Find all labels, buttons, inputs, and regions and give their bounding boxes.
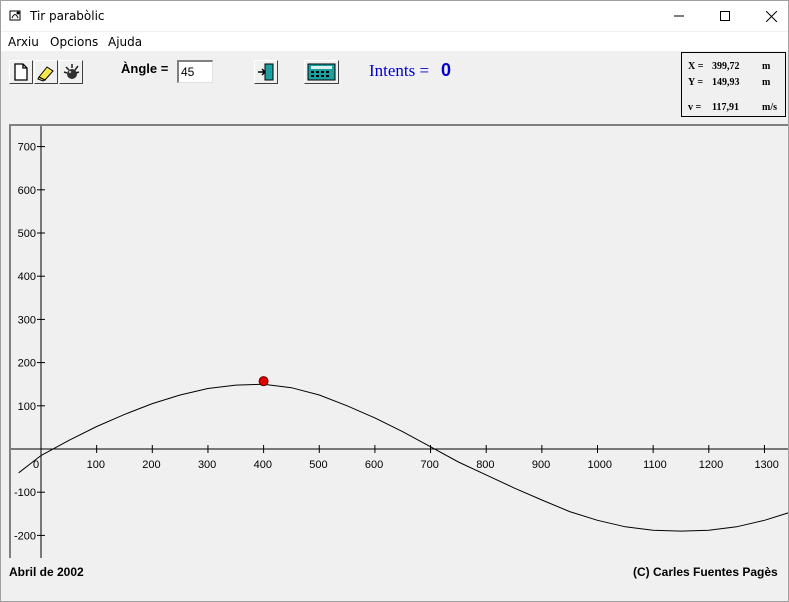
angle-label: Àngle = bbox=[121, 61, 169, 76]
status-date: Abril de 2002 bbox=[9, 565, 84, 579]
exit-door-icon bbox=[258, 63, 274, 81]
y-tick-label: -200 bbox=[14, 530, 36, 542]
app-icon bbox=[9, 10, 21, 21]
angle-input[interactable] bbox=[177, 60, 213, 83]
x-tick-label: 900 bbox=[532, 459, 550, 471]
x-tick-label: 800 bbox=[476, 459, 494, 471]
y-tick-label: -100 bbox=[14, 487, 36, 499]
toolbar: Àngle = Intents = 0 X = 399,72 m Y = 149… bbox=[1, 51, 788, 123]
intents-count: 0 bbox=[441, 60, 452, 80]
position-readout: X = 399,72 m Y = 149,93 m v = 117,91 m/s bbox=[681, 52, 786, 117]
status-copyright: (C) Carles Fuentes Pagès bbox=[633, 565, 778, 579]
trajectory-plot[interactable]: 0 100 200 300 400 500 600 700 800 900 1000 1100 1200… bbox=[9, 124, 788, 558]
x-label: X = bbox=[688, 61, 704, 72]
intents-label: Intents = bbox=[369, 61, 430, 80]
y-tick-label: 700 bbox=[18, 142, 36, 154]
window-title: Tir parabòlic bbox=[30, 9, 105, 23]
y-unit: m bbox=[762, 77, 771, 88]
x-value: 399,72 bbox=[712, 61, 740, 72]
x-tick-label: 200 bbox=[142, 459, 160, 471]
calculator-icon bbox=[307, 63, 336, 81]
fire-button[interactable] bbox=[59, 60, 83, 84]
x-tick-label: 300 bbox=[198, 459, 216, 471]
title-bar[interactable]: Tir parabòlic bbox=[1, 1, 788, 31]
calculator-button[interactable] bbox=[304, 60, 339, 84]
maximize-button[interactable] bbox=[702, 1, 748, 31]
v-value: 117,91 bbox=[712, 102, 739, 113]
y-tick-label: 100 bbox=[18, 401, 36, 413]
erase-button[interactable] bbox=[34, 60, 58, 84]
x-tick-label: 100 bbox=[87, 459, 105, 471]
y-tick-label: 300 bbox=[18, 314, 36, 326]
projectile-marker bbox=[258, 376, 269, 387]
menu-arxiu[interactable]: Arxiu bbox=[8, 35, 39, 49]
menu-opcions[interactable]: Opcions bbox=[50, 35, 98, 49]
y-label: Y = bbox=[688, 77, 704, 88]
eraser-icon bbox=[37, 66, 54, 82]
x-tick-label: 1300 bbox=[754, 459, 778, 471]
x-tick-label: 1000 bbox=[588, 459, 612, 471]
plot-canvas: 0 100 200 300 400 500 600 700 800 900 1000 1100 1200… bbox=[11, 126, 788, 558]
y-tick-label: 500 bbox=[18, 228, 36, 240]
menu-bar: Arxiu Opcions Ajuda bbox=[1, 32, 788, 51]
x-tick-label: 700 bbox=[421, 459, 439, 471]
y-value: 149,93 bbox=[712, 77, 740, 88]
menu-ajuda[interactable]: Ajuda bbox=[108, 35, 142, 49]
x-unit: m bbox=[762, 61, 771, 72]
minimize-button[interactable] bbox=[656, 1, 702, 31]
x-tick-label: 500 bbox=[309, 459, 327, 471]
new-document-icon bbox=[14, 63, 28, 81]
x-tick-label: 400 bbox=[254, 459, 272, 471]
exit-button[interactable] bbox=[254, 60, 278, 84]
v-label: v = bbox=[688, 102, 702, 113]
x-tick-label: 600 bbox=[365, 459, 383, 471]
x-tick-label: 1100 bbox=[643, 459, 667, 471]
maximize-icon bbox=[720, 11, 730, 21]
trajectory-line bbox=[18, 383, 788, 532]
close-button[interactable] bbox=[748, 1, 789, 31]
fire-icon bbox=[63, 64, 80, 79]
x-tick-label: 1200 bbox=[699, 459, 723, 471]
y-tick-label: 400 bbox=[18, 271, 36, 283]
v-unit: m/s bbox=[762, 102, 777, 113]
y-tick-label: 600 bbox=[18, 185, 36, 197]
close-icon bbox=[765, 10, 777, 22]
app-window: Tir parabòlic Arxiu Opcions Ajuda Àngle … bbox=[0, 0, 789, 602]
new-button[interactable] bbox=[9, 60, 33, 84]
minimize-icon bbox=[674, 15, 684, 17]
y-tick-label: 200 bbox=[18, 358, 36, 370]
